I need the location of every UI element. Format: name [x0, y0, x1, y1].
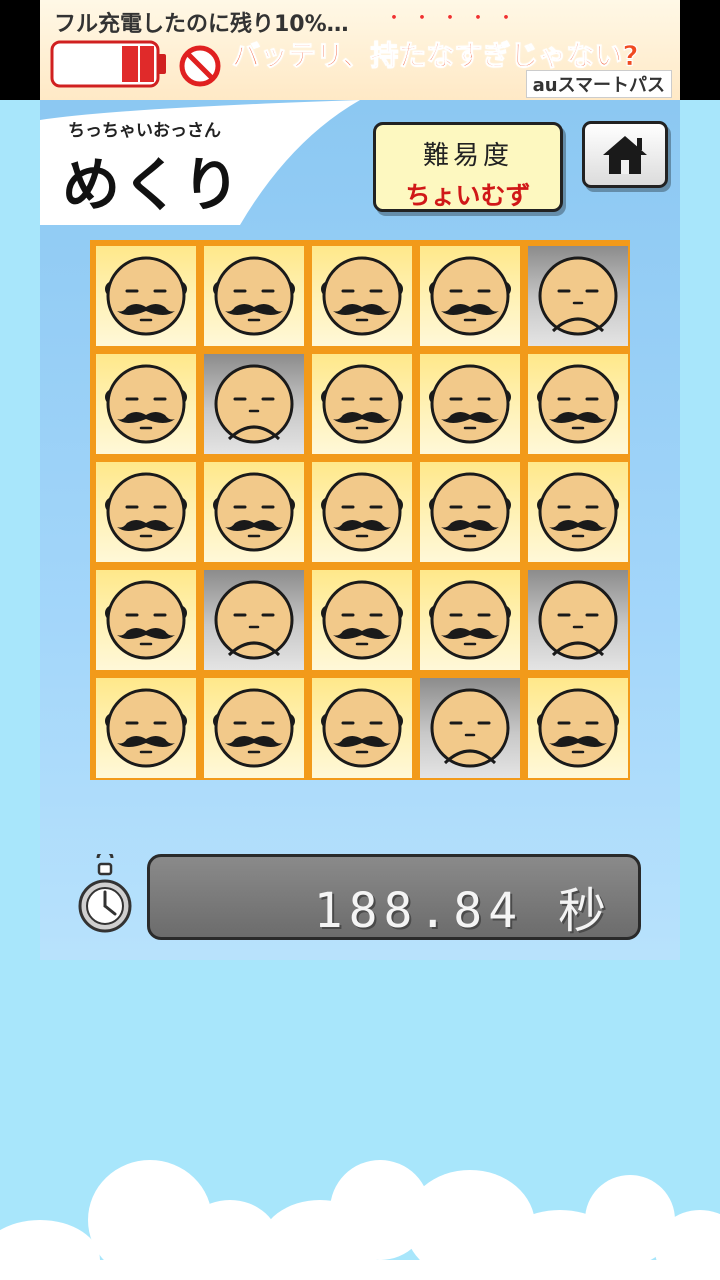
mustache-face-icon	[213, 256, 295, 336]
mustache-face-icon	[105, 472, 187, 552]
board-tile[interactable]	[312, 354, 412, 454]
game-board	[90, 240, 630, 780]
mustache-face-icon	[213, 472, 295, 552]
difficulty-value: ちょいむず	[405, 181, 531, 210]
mustache-face-icon	[429, 364, 511, 444]
sad-face-icon	[538, 256, 618, 336]
board-tile[interactable]	[96, 462, 196, 562]
sad-face-icon	[214, 580, 294, 660]
mustache-face-icon	[321, 580, 403, 660]
board-tile[interactable]	[528, 246, 628, 346]
ad-tagline: バッテリ、持たなすぎじゃない?	[232, 39, 640, 73]
board-tile[interactable]	[528, 678, 628, 778]
board-tile[interactable]	[96, 570, 196, 670]
board-tile[interactable]	[420, 246, 520, 346]
logo-title: めくり	[62, 151, 243, 219]
mustache-face-icon	[429, 580, 511, 660]
mustache-face-icon	[105, 364, 187, 444]
board-tile[interactable]	[420, 354, 520, 454]
home-icon	[603, 135, 647, 174]
battery-icon	[50, 40, 166, 88]
sad-face-icon	[430, 688, 510, 768]
mustache-face-icon	[429, 472, 511, 552]
prohibited-icon	[179, 45, 221, 87]
board-tile[interactable]	[96, 354, 196, 454]
difficulty-label: 難易度	[422, 141, 513, 171]
board-tile[interactable]	[528, 570, 628, 670]
difficulty-panel: 難易度 ちょいむず	[373, 122, 563, 212]
sad-face-icon	[214, 364, 294, 444]
ad-banner[interactable]: フル充電したのに残り10%… ・・・・・ バッテリ、持たなすぎじゃない? auス…	[40, 0, 680, 100]
board-tile[interactable]	[312, 678, 412, 778]
board-tile[interactable]	[204, 246, 304, 346]
timer-value: 188.84 秒	[313, 883, 612, 939]
mustache-face-icon	[321, 256, 403, 336]
game-area: ちっちゃいおっさん めくり 難易度 ちょいむず 188.84 秒	[40, 100, 680, 960]
mustache-face-icon	[537, 688, 619, 768]
board-tile[interactable]	[420, 570, 520, 670]
board-tile[interactable]	[96, 678, 196, 778]
board-tile[interactable]	[312, 462, 412, 562]
sad-face-icon	[538, 580, 618, 660]
ad-brand: auスマートパス	[525, 70, 672, 98]
mustache-face-icon	[537, 472, 619, 552]
mustache-face-icon	[213, 688, 295, 768]
mustache-face-icon	[105, 256, 187, 336]
clouds-decoration	[0, 1160, 720, 1280]
timer-display: 188.84 秒	[147, 854, 641, 940]
ad-dots: ・・・・・	[385, 8, 525, 29]
mustache-face-icon	[321, 472, 403, 552]
board-tile[interactable]	[420, 678, 520, 778]
mustache-face-icon	[321, 688, 403, 768]
board-tile[interactable]	[312, 246, 412, 346]
stopwatch-icon	[78, 854, 132, 933]
mustache-face-icon	[105, 580, 187, 660]
mustache-face-icon	[321, 364, 403, 444]
board-tile[interactable]	[528, 462, 628, 562]
board-tile[interactable]	[528, 354, 628, 454]
board-tile[interactable]	[204, 570, 304, 670]
board-tile[interactable]	[204, 462, 304, 562]
mustache-face-icon	[537, 364, 619, 444]
board-tile[interactable]	[420, 462, 520, 562]
board-tile[interactable]	[204, 678, 304, 778]
board-tile[interactable]	[312, 570, 412, 670]
board-tile[interactable]	[96, 246, 196, 346]
home-button[interactable]	[582, 121, 668, 188]
board-tile[interactable]	[204, 354, 304, 454]
mustache-face-icon	[429, 256, 511, 336]
mustache-face-icon	[105, 688, 187, 768]
